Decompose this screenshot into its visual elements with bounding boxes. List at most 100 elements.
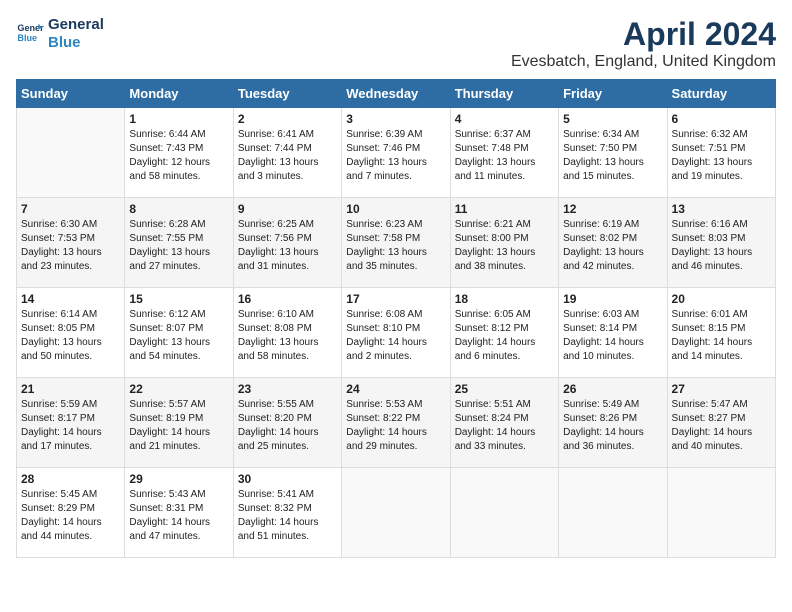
day-number: 4 bbox=[455, 112, 554, 126]
table-row bbox=[667, 468, 775, 558]
table-row: 30 Sunrise: 5:41 AM Sunset: 8:32 PM Dayl… bbox=[233, 468, 341, 558]
day-number: 5 bbox=[563, 112, 662, 126]
svg-text:Blue: Blue bbox=[17, 33, 37, 43]
daylight-text: Daylight: 13 hours and 3 minutes. bbox=[238, 156, 337, 184]
day-info: Sunrise: 6:16 AM Sunset: 8:03 PM Dayligh… bbox=[672, 218, 771, 274]
logo-general: General bbox=[48, 16, 104, 33]
sunrise-text: Sunrise: 5:53 AM bbox=[346, 398, 445, 412]
weekday-header-row: Sunday Monday Tuesday Wednesday Thursday… bbox=[17, 80, 776, 108]
daylight-text: Daylight: 14 hours and 47 minutes. bbox=[129, 516, 228, 544]
table-row: 20 Sunrise: 6:01 AM Sunset: 8:15 PM Dayl… bbox=[667, 288, 775, 378]
sunrise-text: Sunrise: 6:12 AM bbox=[129, 308, 228, 322]
sunset-text: Sunset: 7:58 PM bbox=[346, 232, 445, 246]
day-info: Sunrise: 5:55 AM Sunset: 8:20 PM Dayligh… bbox=[238, 398, 337, 454]
day-info: Sunrise: 6:01 AM Sunset: 8:15 PM Dayligh… bbox=[672, 308, 771, 364]
table-row: 10 Sunrise: 6:23 AM Sunset: 7:58 PM Dayl… bbox=[342, 198, 450, 288]
sunrise-text: Sunrise: 5:43 AM bbox=[129, 488, 228, 502]
day-info: Sunrise: 6:39 AM Sunset: 7:46 PM Dayligh… bbox=[346, 128, 445, 184]
daylight-text: Daylight: 13 hours and 58 minutes. bbox=[238, 336, 337, 364]
day-info: Sunrise: 6:05 AM Sunset: 8:12 PM Dayligh… bbox=[455, 308, 554, 364]
sunrise-text: Sunrise: 5:51 AM bbox=[455, 398, 554, 412]
sunrise-text: Sunrise: 6:41 AM bbox=[238, 128, 337, 142]
page-header: General Blue General Blue April 2024 Eve… bbox=[16, 16, 776, 71]
table-row: 2 Sunrise: 6:41 AM Sunset: 7:44 PM Dayli… bbox=[233, 108, 341, 198]
daylight-text: Daylight: 13 hours and 42 minutes. bbox=[563, 246, 662, 274]
table-row: 16 Sunrise: 6:10 AM Sunset: 8:08 PM Dayl… bbox=[233, 288, 341, 378]
daylight-text: Daylight: 14 hours and 36 minutes. bbox=[563, 426, 662, 454]
day-info: Sunrise: 5:59 AM Sunset: 8:17 PM Dayligh… bbox=[21, 398, 120, 454]
sunrise-text: Sunrise: 6:39 AM bbox=[346, 128, 445, 142]
sunset-text: Sunset: 8:31 PM bbox=[129, 502, 228, 516]
table-row: 19 Sunrise: 6:03 AM Sunset: 8:14 PM Dayl… bbox=[559, 288, 667, 378]
day-number: 12 bbox=[563, 202, 662, 216]
day-info: Sunrise: 5:53 AM Sunset: 8:22 PM Dayligh… bbox=[346, 398, 445, 454]
header-thursday: Thursday bbox=[450, 80, 558, 108]
sunrise-text: Sunrise: 6:21 AM bbox=[455, 218, 554, 232]
sunrise-text: Sunrise: 6:44 AM bbox=[129, 128, 228, 142]
table-row: 27 Sunrise: 5:47 AM Sunset: 8:27 PM Dayl… bbox=[667, 378, 775, 468]
day-number: 23 bbox=[238, 382, 337, 396]
table-row: 23 Sunrise: 5:55 AM Sunset: 8:20 PM Dayl… bbox=[233, 378, 341, 468]
sunrise-text: Sunrise: 5:57 AM bbox=[129, 398, 228, 412]
day-number: 6 bbox=[672, 112, 771, 126]
sunset-text: Sunset: 8:05 PM bbox=[21, 322, 120, 336]
table-row: 11 Sunrise: 6:21 AM Sunset: 8:00 PM Dayl… bbox=[450, 198, 558, 288]
sunset-text: Sunset: 8:19 PM bbox=[129, 412, 228, 426]
table-row: 18 Sunrise: 6:05 AM Sunset: 8:12 PM Dayl… bbox=[450, 288, 558, 378]
day-info: Sunrise: 6:44 AM Sunset: 7:43 PM Dayligh… bbox=[129, 128, 228, 184]
day-number: 10 bbox=[346, 202, 445, 216]
table-row bbox=[450, 468, 558, 558]
daylight-text: Daylight: 14 hours and 21 minutes. bbox=[129, 426, 228, 454]
sunset-text: Sunset: 7:43 PM bbox=[129, 142, 228, 156]
table-row: 29 Sunrise: 5:43 AM Sunset: 8:31 PM Dayl… bbox=[125, 468, 233, 558]
day-number: 26 bbox=[563, 382, 662, 396]
table-row: 8 Sunrise: 6:28 AM Sunset: 7:55 PM Dayli… bbox=[125, 198, 233, 288]
day-info: Sunrise: 6:08 AM Sunset: 8:10 PM Dayligh… bbox=[346, 308, 445, 364]
daylight-text: Daylight: 14 hours and 2 minutes. bbox=[346, 336, 445, 364]
table-row: 6 Sunrise: 6:32 AM Sunset: 7:51 PM Dayli… bbox=[667, 108, 775, 198]
daylight-text: Daylight: 13 hours and 7 minutes. bbox=[346, 156, 445, 184]
calendar-week-row: 7 Sunrise: 6:30 AM Sunset: 7:53 PM Dayli… bbox=[17, 198, 776, 288]
day-number: 24 bbox=[346, 382, 445, 396]
day-info: Sunrise: 6:12 AM Sunset: 8:07 PM Dayligh… bbox=[129, 308, 228, 364]
day-number: 14 bbox=[21, 292, 120, 306]
day-info: Sunrise: 6:23 AM Sunset: 7:58 PM Dayligh… bbox=[346, 218, 445, 274]
daylight-text: Daylight: 14 hours and 25 minutes. bbox=[238, 426, 337, 454]
table-row: 21 Sunrise: 5:59 AM Sunset: 8:17 PM Dayl… bbox=[17, 378, 125, 468]
sunset-text: Sunset: 8:27 PM bbox=[672, 412, 771, 426]
day-number: 22 bbox=[129, 382, 228, 396]
sunset-text: Sunset: 7:44 PM bbox=[238, 142, 337, 156]
sunrise-text: Sunrise: 5:47 AM bbox=[672, 398, 771, 412]
sunset-text: Sunset: 7:48 PM bbox=[455, 142, 554, 156]
table-row: 3 Sunrise: 6:39 AM Sunset: 7:46 PM Dayli… bbox=[342, 108, 450, 198]
day-number: 11 bbox=[455, 202, 554, 216]
daylight-text: Daylight: 14 hours and 17 minutes. bbox=[21, 426, 120, 454]
month-title: April 2024 bbox=[511, 16, 776, 53]
sunrise-text: Sunrise: 6:23 AM bbox=[346, 218, 445, 232]
sunset-text: Sunset: 8:22 PM bbox=[346, 412, 445, 426]
table-row: 5 Sunrise: 6:34 AM Sunset: 7:50 PM Dayli… bbox=[559, 108, 667, 198]
day-info: Sunrise: 6:25 AM Sunset: 7:56 PM Dayligh… bbox=[238, 218, 337, 274]
sunset-text: Sunset: 7:51 PM bbox=[672, 142, 771, 156]
day-number: 16 bbox=[238, 292, 337, 306]
location: Evesbatch, England, United Kingdom bbox=[511, 53, 776, 71]
sunset-text: Sunset: 7:53 PM bbox=[21, 232, 120, 246]
sunrise-text: Sunrise: 5:49 AM bbox=[563, 398, 662, 412]
daylight-text: Daylight: 13 hours and 11 minutes. bbox=[455, 156, 554, 184]
daylight-text: Daylight: 14 hours and 10 minutes. bbox=[563, 336, 662, 364]
sunset-text: Sunset: 7:55 PM bbox=[129, 232, 228, 246]
sunset-text: Sunset: 8:02 PM bbox=[563, 232, 662, 246]
header-tuesday: Tuesday bbox=[233, 80, 341, 108]
day-info: Sunrise: 6:19 AM Sunset: 8:02 PM Dayligh… bbox=[563, 218, 662, 274]
daylight-text: Daylight: 13 hours and 15 minutes. bbox=[563, 156, 662, 184]
table-row: 4 Sunrise: 6:37 AM Sunset: 7:48 PM Dayli… bbox=[450, 108, 558, 198]
table-row: 14 Sunrise: 6:14 AM Sunset: 8:05 PM Dayl… bbox=[17, 288, 125, 378]
sunrise-text: Sunrise: 6:28 AM bbox=[129, 218, 228, 232]
sunset-text: Sunset: 8:17 PM bbox=[21, 412, 120, 426]
sunrise-text: Sunrise: 5:41 AM bbox=[238, 488, 337, 502]
daylight-text: Daylight: 13 hours and 50 minutes. bbox=[21, 336, 120, 364]
table-row: 25 Sunrise: 5:51 AM Sunset: 8:24 PM Dayl… bbox=[450, 378, 558, 468]
sunrise-text: Sunrise: 5:45 AM bbox=[21, 488, 120, 502]
header-saturday: Saturday bbox=[667, 80, 775, 108]
logo: General Blue General Blue bbox=[16, 16, 104, 52]
